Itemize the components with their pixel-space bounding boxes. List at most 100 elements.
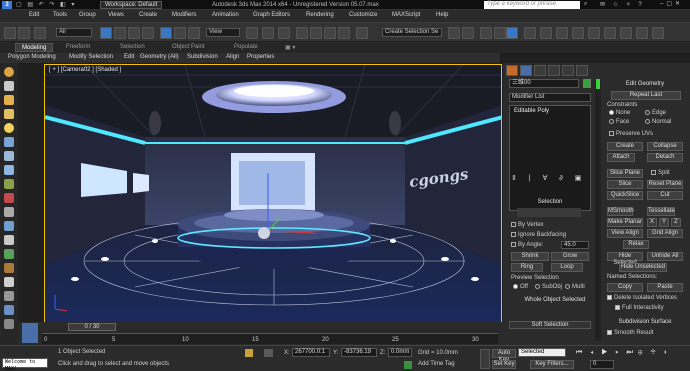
key-selection-dropdown[interactable]: Selected <box>518 348 566 357</box>
object-name-field[interactable]: 三维00 <box>509 79 579 88</box>
menu-maxscript[interactable]: MAXScript <box>392 12 420 18</box>
paint-tool-icon[interactable] <box>4 221 14 231</box>
menu-create[interactable]: Create <box>139 12 157 18</box>
percent-snap-icon[interactable] <box>324 27 336 39</box>
graphite-toolbar-icon[interactable] <box>494 27 506 39</box>
timeline-ruler[interactable]: 0 5 10 15 20 25 30 <box>42 333 498 344</box>
preview-multi-radio[interactable]: Multi <box>565 284 585 290</box>
render-production-icon[interactable] <box>588 27 600 39</box>
constraint-none-radio[interactable]: None <box>609 110 630 116</box>
box-tool-icon[interactable] <box>4 151 14 161</box>
search-input[interactable]: Type a keyword or phrase <box>484 1 580 9</box>
viewport-label[interactable]: [ + ] [Camera02 ] [Shaded ] <box>49 67 121 73</box>
shrink-button[interactable]: Shrink <box>511 252 549 261</box>
stack-tool-icons[interactable]: ⇕ | ∀ ∂ ▣ <box>511 174 586 182</box>
extra-tool-2-icon[interactable] <box>636 27 648 39</box>
layer-manager-icon[interactable] <box>480 27 492 39</box>
key-filters-button[interactable]: Key Filters... <box>530 360 574 369</box>
window-crossing-icon[interactable] <box>142 27 154 39</box>
cylinder-tool-icon[interactable] <box>4 81 14 91</box>
reset-plane-button[interactable]: Reset Plane <box>647 180 683 189</box>
keyboard-shortcut-icon[interactable] <box>278 27 290 39</box>
menu-modifiers[interactable]: Modifiers <box>172 12 196 18</box>
cone-tool-icon[interactable] <box>4 95 14 105</box>
helper-tool-icon[interactable] <box>4 235 14 245</box>
quick-access-icons[interactable]: ▢ ▤ ↶ ↷ ◧ ▾ <box>16 1 76 8</box>
create-tab-icon[interactable] <box>506 65 518 76</box>
edit-named-selection-icon[interactable] <box>356 27 368 39</box>
tab-selection[interactable]: Selection <box>120 44 145 50</box>
subdivision-surface-title[interactable]: Subdivision Surface <box>603 319 687 325</box>
angle-snap-icon[interactable] <box>310 27 322 39</box>
modifier-list-dropdown[interactable]: Modifier List <box>509 93 591 102</box>
maxscript-listener[interactable]: Welcome to MAX! <box>2 358 48 371</box>
z-coordinate-field[interactable]: 0.0mm <box>388 348 412 357</box>
relax-button[interactable]: Relax <box>623 240 649 249</box>
mini-curve-icon[interactable] <box>22 323 38 343</box>
select-manipulate-icon[interactable] <box>262 27 274 39</box>
hide-selected-button[interactable]: Hide Selected <box>607 252 643 266</box>
menu-graph-editors[interactable]: Graph Editors <box>253 12 290 18</box>
angle-value-field[interactable]: 45.0 <box>561 241 589 249</box>
render-preview-icon[interactable] <box>4 305 14 315</box>
tab-freeform[interactable]: Freeform <box>66 44 90 50</box>
time-slider-handle[interactable]: 0 / 30 <box>68 323 116 331</box>
y-button[interactable]: Y <box>659 218 669 227</box>
paste-button[interactable]: Paste <box>647 283 683 292</box>
ignore-backfacing-checkbox[interactable]: Ignore Backfacing <box>511 232 566 238</box>
teapot-tool-icon[interactable] <box>4 165 14 175</box>
workspace-dropdown[interactable]: Workspace: Default <box>100 1 163 9</box>
create-button[interactable]: Create <box>607 142 643 151</box>
spinner-snap-icon[interactable] <box>338 27 350 39</box>
menu-animation[interactable]: Animation <box>212 12 239 18</box>
modifier-stack[interactable]: Editable Poly <box>509 105 591 211</box>
schematic-view-icon[interactable] <box>524 27 536 39</box>
undo-icon[interactable] <box>4 27 16 39</box>
render-setup-icon[interactable] <box>556 27 568 39</box>
menu-views[interactable]: Views <box>108 12 124 18</box>
attach-button[interactable]: Attach <box>607 153 635 162</box>
window-controls[interactable]: –▢✕ <box>660 0 683 9</box>
stack-item[interactable]: Editable Poly <box>514 108 549 114</box>
panel-properties[interactable]: Properties <box>247 54 274 60</box>
panel-edit[interactable]: Edit <box>124 54 134 60</box>
ring-button[interactable]: Ring <box>511 263 543 272</box>
delete-isolated-checkbox[interactable]: Delete Isolated Vertices <box>607 295 677 301</box>
hierarchy-tab-icon[interactable] <box>534 65 546 76</box>
extra-tool-icon[interactable] <box>620 27 632 39</box>
make-planar-button[interactable]: Make Planar <box>607 218 643 227</box>
tree-tool-icon[interactable] <box>4 249 14 259</box>
preserve-uvs-checkbox[interactable]: Preserve UVs <box>609 131 653 137</box>
panel-modify-selection[interactable]: Modify Selection <box>69 54 113 60</box>
system-tool-icon[interactable] <box>4 277 14 287</box>
panel-align[interactable]: Align <box>226 54 239 60</box>
curve-editor-icon[interactable] <box>506 27 518 39</box>
time-tag-icon[interactable] <box>404 361 412 369</box>
help-tools-icons[interactable]: ✉ ☆ ✧ ? <box>600 1 645 8</box>
constraint-face-radio[interactable]: Face <box>609 119 629 125</box>
light-tool-icon[interactable] <box>4 123 14 133</box>
menu-edit[interactable]: Edit <box>29 12 39 18</box>
current-frame-field[interactable]: 0 <box>590 360 614 369</box>
binoculars-icon[interactable]: ⌕ <box>584 1 587 8</box>
rectangle-selection-icon[interactable] <box>128 27 140 39</box>
grow-button[interactable]: Grow <box>551 252 589 261</box>
modifier-tool-icon[interactable] <box>4 207 14 217</box>
align-icon[interactable] <box>462 27 474 39</box>
redo-icon[interactable] <box>18 27 30 39</box>
scene-explorer-icon[interactable] <box>4 291 14 301</box>
preview-off-radio[interactable]: Off <box>513 284 528 290</box>
x-button[interactable]: X <box>647 218 657 227</box>
preview-subobj-radio[interactable]: SubObj <box>535 284 562 290</box>
selection-rollout-title[interactable]: Selection <box>509 199 591 205</box>
sphere-tool-icon[interactable] <box>4 67 14 77</box>
shape-tool-icon[interactable] <box>4 193 14 203</box>
view-align-button[interactable]: View Align <box>607 229 643 238</box>
viewport-nav-icons[interactable]: ⌕ ⊕ ✥ ◐ <box>626 349 671 357</box>
material-editor-icon[interactable] <box>540 27 552 39</box>
link-icon[interactable] <box>34 27 46 39</box>
collapse-button[interactable]: Collapse <box>647 142 683 151</box>
menu-customize[interactable]: Customize <box>349 12 377 18</box>
quickslice-button[interactable]: QuickSlice <box>607 191 643 200</box>
tessellate-button[interactable]: Tessellate <box>647 207 675 216</box>
